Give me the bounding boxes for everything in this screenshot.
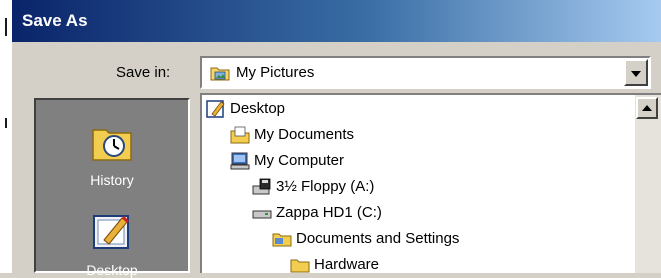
desktop-icon — [206, 99, 226, 119]
save-in-combobox[interactable]: My Pictures — [200, 56, 651, 89]
edge-mark — [5, 18, 7, 36]
my-pictures-folder-icon — [210, 65, 230, 84]
title-bar[interactable]: Save As — [12, 0, 661, 42]
chevron-up-icon — [642, 105, 652, 111]
list-item-label: Documents and Settings — [296, 230, 460, 247]
places-item-label: History — [90, 172, 134, 188]
folder-icon — [290, 255, 310, 273]
chevron-down-icon — [631, 71, 641, 77]
folder-tree-list[interactable]: Desktop My Documents My Computer 3½ Flop… — [200, 93, 661, 273]
edge-mark — [5, 118, 7, 128]
places-bar: History Desktop — [34, 98, 190, 278]
background-edge — [0, 0, 12, 273]
dropdown-button[interactable] — [624, 59, 648, 86]
list-item-label: My Computer — [254, 152, 345, 169]
floppy-drive-icon — [252, 177, 272, 197]
my-documents-icon — [230, 125, 250, 145]
save-as-dialog: Save As Save in: My Pictures History Des… — [12, 0, 661, 278]
list-item-label: Desktop — [230, 100, 286, 117]
list-item-label: Hardware — [314, 256, 380, 273]
list-item-label: 3½ Floppy (A:) — [276, 178, 375, 195]
places-item-label: Desktop — [86, 262, 138, 278]
folder-icon — [272, 229, 292, 249]
hard-drive-icon — [252, 203, 272, 223]
desktop-icon — [90, 210, 134, 254]
my-computer-icon — [230, 151, 250, 171]
list-item-label: My Documents — [254, 126, 355, 143]
dialog-title: Save As — [22, 11, 88, 30]
scroll-up-button[interactable] — [636, 97, 658, 119]
places-item-desktop[interactable]: Desktop — [36, 210, 188, 278]
history-icon — [90, 120, 134, 164]
list-item-label: Zappa HD1 (C:) — [276, 204, 382, 221]
places-item-history[interactable]: History — [36, 120, 188, 188]
save-in-label: Save in: — [116, 64, 171, 81]
save-in-value: My Pictures — [236, 64, 315, 81]
vertical-scrollbar[interactable] — [635, 95, 661, 273]
